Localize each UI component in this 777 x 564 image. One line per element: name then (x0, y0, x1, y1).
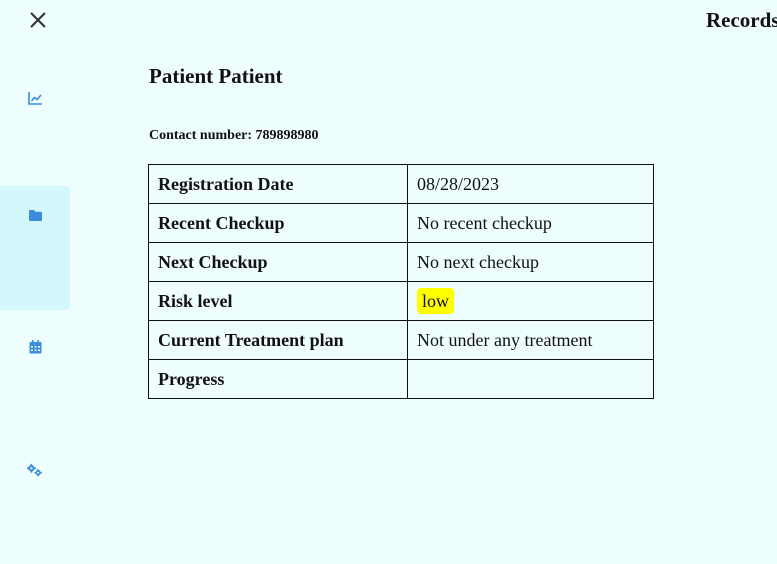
table-row: Registration Date 08/28/2023 (148, 164, 654, 204)
sidebar-item-calendar[interactable] (0, 317, 70, 441)
sidebar (0, 0, 70, 542)
page-title: Records (706, 8, 777, 32)
table-row: Current Treatment plan Not under any tre… (148, 320, 654, 360)
sidebar-item-records[interactable] (0, 186, 70, 310)
table-row: Risk level low (148, 281, 654, 321)
row-label-registration-date: Registration Date (148, 164, 408, 204)
gears-icon (27, 462, 43, 478)
calendar-icon (27, 339, 43, 355)
risk-level-badge: low (417, 288, 454, 314)
row-label-treatment-plan: Current Treatment plan (148, 320, 408, 360)
row-value-risk-level: low (407, 281, 654, 321)
row-label-progress: Progress (148, 359, 408, 399)
table-row: Progress (148, 359, 654, 399)
table-row: Next Checkup No next checkup (148, 242, 654, 282)
sidebar-item-settings[interactable] (0, 440, 70, 564)
row-label-next-checkup: Next Checkup (148, 242, 408, 282)
row-value-registration-date: 08/28/2023 (407, 164, 654, 204)
row-label-risk-level: Risk level (148, 281, 408, 321)
contact-number: Contact number: 789898980 (149, 128, 319, 143)
row-value-treatment-plan: Not under any treatment (407, 320, 654, 360)
folder-icon (27, 207, 43, 223)
row-value-progress (407, 359, 654, 399)
table-row: Recent Checkup No recent checkup (148, 203, 654, 243)
patient-name: Patient Patient (149, 64, 283, 88)
records-table: Registration Date 08/28/2023 Recent Chec… (148, 164, 654, 399)
row-label-recent-checkup: Recent Checkup (148, 203, 408, 243)
row-value-next-checkup: No next checkup (407, 242, 654, 282)
row-value-recent-checkup: No recent checkup (407, 203, 654, 243)
sidebar-item-chart[interactable] (0, 68, 70, 192)
chart-line-icon (27, 90, 43, 106)
